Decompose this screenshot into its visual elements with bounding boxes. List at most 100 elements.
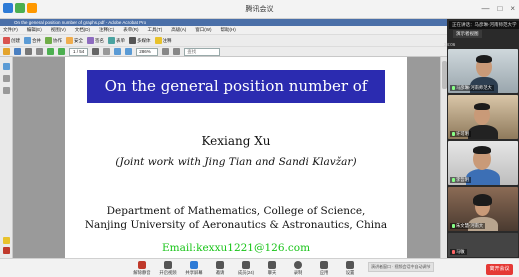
presenter-view-button[interactable]: 演示者视图 [453, 30, 482, 38]
leave-meeting-button[interactable]: 离开会议 [486, 264, 513, 275]
mic-icon [452, 177, 455, 182]
print-icon[interactable] [25, 48, 32, 55]
participant-name: 马彦琳-河南师范大 [450, 85, 494, 91]
apps-icon [320, 261, 328, 269]
slide-title: On the general position number of graphs [87, 70, 385, 128]
comment-button[interactable]: 注释 [154, 37, 172, 44]
unmute-button[interactable]: 解除静音 [130, 261, 154, 276]
meeting-title: 腾讯会议 [245, 6, 274, 13]
sign-icon [87, 37, 94, 44]
video-button[interactable]: 开启视频 [156, 261, 180, 276]
menu-help[interactable]: 帮助(H) [221, 26, 236, 34]
page-number-field[interactable]: 1 / 54 [69, 47, 89, 56]
mic-icon [138, 261, 146, 269]
slide-author: Kexiang Xu [201, 134, 271, 148]
apps-button[interactable]: 应用 [312, 261, 336, 276]
fit-page-icon[interactable] [162, 48, 170, 55]
meeting-toolbar: 解除静音 开启视频 共享屏幕 邀请 成员(24) 聊天 录制 应用 设置 演讲者… [0, 258, 519, 277]
bookmarks-icon[interactable] [3, 75, 10, 82]
forms-button[interactable]: 表单 [108, 37, 125, 44]
email-icon[interactable] [36, 48, 43, 55]
menu-edit[interactable]: 编辑(E) [27, 26, 42, 34]
speaking-indicator: 正在讲话：马彦琳-河南师范大学 [449, 21, 519, 29]
navigation-pane [0, 57, 13, 258]
participant-tile-3[interactable]: 李哲明 [448, 141, 518, 185]
comments-panel-icon[interactable] [3, 237, 10, 244]
signatures-icon[interactable] [3, 87, 10, 94]
members-icon [242, 261, 250, 269]
record-icon [294, 261, 302, 269]
menu-forms[interactable]: 表单(R) [123, 26, 138, 34]
mic-icon [452, 131, 455, 136]
participant-tile-5[interactable]: 马敏 [448, 233, 518, 257]
participant-tile-2[interactable]: 许可明 [448, 95, 518, 139]
record-button[interactable]: 录制 [286, 261, 310, 276]
select-tool-icon[interactable] [92, 48, 100, 55]
sign-button[interactable]: 签名 [87, 37, 104, 44]
camera-icon [164, 261, 172, 269]
menu-tools[interactable]: 工具(T) [148, 26, 163, 34]
combine-button[interactable]: 合并 [24, 37, 41, 44]
next-page-icon[interactable] [58, 48, 65, 55]
multimedia-button[interactable]: 多媒体 [129, 37, 151, 44]
settings-button[interactable]: 设置 [338, 261, 362, 276]
open-folder-icon[interactable] [3, 48, 10, 55]
gear-icon [346, 261, 354, 269]
menu-file[interactable]: 文件(F) [3, 26, 18, 34]
comment-icon [154, 37, 162, 44]
menu-comments[interactable]: 注释(C) [99, 26, 114, 34]
slide-email: Email:kexxu1221@126.com [161, 242, 311, 254]
maximize-button[interactable]: □ [497, 4, 502, 13]
slide-university: Nanjing University of Aeronautics & Astr… [84, 219, 388, 231]
film-icon [129, 37, 136, 44]
vertical-scrollbar[interactable] [440, 57, 447, 258]
participant-name: 马敏 [450, 249, 467, 255]
chat-button[interactable]: 聊天 [260, 261, 284, 276]
share-screen-button[interactable]: 共享屏幕 [182, 261, 206, 276]
forms-icon [108, 37, 115, 44]
participant-name: 许可明 [450, 131, 471, 137]
meeting-window: 腾讯会议 — □ × On the general position numbe… [0, 0, 519, 277]
invite-button[interactable]: 邀请 [208, 261, 232, 276]
zoom-field[interactable]: 286% [136, 47, 159, 56]
menu-document[interactable]: 文档(D) [75, 26, 90, 34]
acrobat-title-bar: On the general position number of graphs… [0, 19, 447, 26]
invite-icon [216, 261, 224, 269]
secure-button[interactable]: 安全 [66, 37, 83, 44]
participant-tile-4[interactable]: 朱文慧-河南大 [448, 187, 518, 231]
lock-icon [66, 37, 73, 44]
meeting-timer: 34:06 [444, 42, 456, 47]
close-button[interactable]: × [510, 4, 515, 13]
window-controls: — □ × [481, 4, 515, 13]
attachments-icon[interactable] [3, 247, 10, 254]
zoom-out-icon[interactable] [114, 48, 122, 55]
collaborate-button[interactable]: 协作 [45, 37, 62, 44]
fit-width-icon[interactable] [173, 48, 181, 55]
slide-coauthors: (Joint work with Jing Tian and Sandi Kla… [115, 156, 357, 168]
mic-icon [452, 223, 455, 228]
slide-page: On the general position number of graphs… [65, 57, 407, 258]
menu-window[interactable]: 窗口(W) [195, 26, 211, 34]
menu-advanced[interactable]: 高级(A) [171, 26, 186, 34]
find-input[interactable]: 查找 [184, 47, 221, 56]
participant-name: 朱文慧-河南大 [450, 223, 486, 229]
members-button[interactable]: 成员(24) [234, 261, 258, 276]
minimize-button[interactable]: — [481, 4, 489, 13]
participant-name: 李哲明 [450, 177, 471, 183]
pages-panel-icon[interactable] [3, 63, 10, 70]
participant-tile-1[interactable]: 马彦琳-河南师范大 [448, 49, 518, 93]
mic-muted-icon [452, 249, 455, 254]
combine-icon [24, 37, 31, 44]
acrobat-toolbar: 创建 合并 协作 安全 签名 表单 多媒体 注释 [0, 34, 447, 46]
share-screen-icon [190, 261, 198, 269]
zoom-in-icon[interactable] [125, 48, 133, 55]
hand-tool-icon[interactable] [103, 48, 111, 55]
meeting-title-bar: 腾讯会议 — □ × [0, 0, 519, 19]
document-area[interactable]: On the general position number of graphs… [13, 57, 447, 258]
slide-department: Department of Mathematics, College of Sc… [106, 205, 366, 217]
create-button[interactable]: 创建 [3, 37, 20, 44]
collaborate-icon [45, 37, 52, 44]
menu-view[interactable]: 视图(V) [51, 26, 66, 34]
prev-page-icon[interactable] [47, 48, 54, 55]
save-icon[interactable] [14, 48, 21, 55]
